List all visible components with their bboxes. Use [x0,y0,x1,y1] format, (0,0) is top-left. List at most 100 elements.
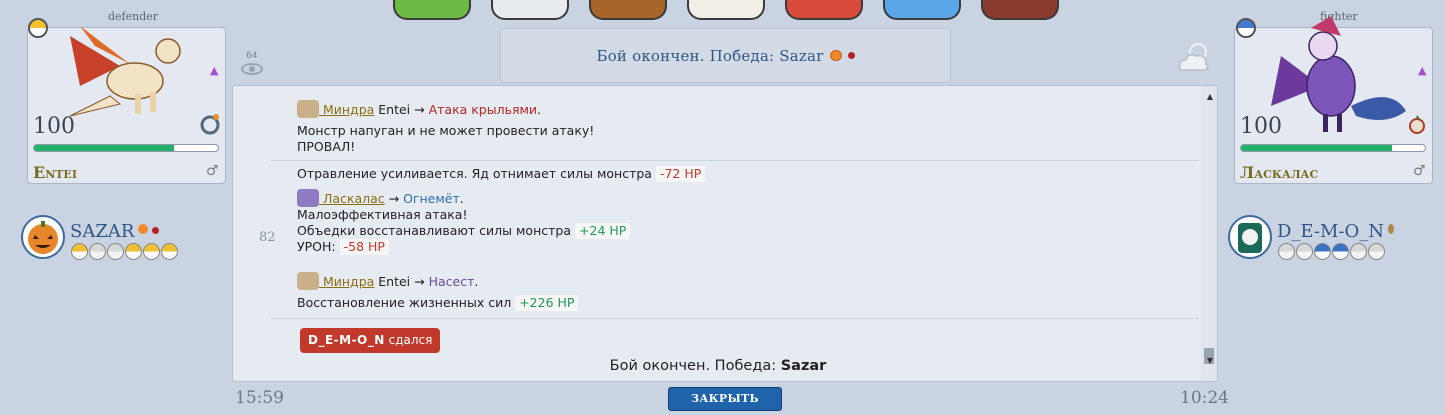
team-pokeball-icon [1350,243,1367,260]
pokeball-icon [1236,18,1256,38]
battle-result: Бой окончен. Победа: Sazar [233,358,1203,374]
cloudy-weather-icon [1178,43,1209,71]
turn-divider [271,318,1199,319]
attack-name: Огнемёт [403,191,460,206]
battle-result-text: Бой окончен. Победа: [609,358,781,374]
log-line: Объедки восстанавливают силы монстра +24 … [297,223,631,239]
trainer-pet-icon [297,100,319,118]
close-button[interactable]: ЗАКРЫТЬ [668,387,782,411]
feather-icon [1388,224,1395,234]
punctuation: . [459,191,464,206]
attack-name: Насест [428,274,475,289]
top-menu [393,0,1059,20]
attack-name: Атака крыльями [428,102,538,117]
viewers-count: 64 [246,51,258,61]
player-name-text[interactable]: SAZAR [70,221,134,242]
pumpkin-icon [829,50,842,61]
mail-icon[interactable] [687,0,765,20]
wallet-icon[interactable] [981,0,1059,20]
team-pokeball-icon [1368,243,1385,260]
globe-icon[interactable] [883,0,961,20]
pumpkin-icon [138,224,149,234]
scroll-down-icon[interactable]: ▼ [1207,356,1213,365]
trainer-pet-icon [297,272,319,290]
trainer-pet-icon [297,189,319,207]
log-line: Ласкалас → Огнемёт. [297,189,464,207]
entei-sprite [69,26,181,117]
pumpkin-avatar-icon [28,221,58,254]
log-line: Миндра Entei → Атака крыльями. [297,100,541,118]
hp-change-badge: -72 HP [655,166,706,182]
hp-change-badge: +24 HP [575,223,631,239]
online-dot-icon [152,227,160,234]
right-monster-hp-fill [1241,145,1392,151]
crest-avatar-icon [1238,223,1262,253]
team-pokeball-icon [1332,243,1349,260]
turn-number: 82 [259,230,276,245]
online-dot-icon [847,52,855,59]
log-line: Миндра Entei → Насест. [297,272,478,290]
item-leftovers-icon [200,114,220,135]
log-text: Объедки восстанавливают силы монстра [297,223,572,238]
log-text: Восстановление жизненных сил [297,295,512,310]
battle-status-header: Бой окончен. Победа: Sazar [500,28,951,83]
winner-name: Sazar [780,358,827,374]
badge-case-icon[interactable] [785,0,863,20]
avatar[interactable] [1228,215,1272,259]
log-line: Восстановление жизненных сил +226 HP [297,295,579,311]
team-pokeball-icon [1296,243,1313,260]
avatar[interactable] [21,215,65,259]
team-pokeball-icon [107,243,124,260]
team-pokeball-icon [1278,243,1295,260]
log-scrollbar[interactable]: ▲ ▼ [1201,86,1217,381]
turn-divider [271,160,1199,161]
log-text: Отравление усиливается. Яд отнимает силы… [297,166,652,181]
team-pokeball-icon [143,243,160,260]
item-apple-icon [1409,115,1425,134]
level-up-icon: ▲ [1418,64,1427,77]
left-player-name[interactable]: SAZAR [70,221,160,242]
punctuation: . [537,102,542,117]
left-monster-name: Entei [33,163,77,182]
surrender-player-name: D_E-M-O_N [308,333,385,347]
left-monster-level: 100 [33,114,75,139]
male-icon: ♂ [206,163,219,179]
eye-icon [241,63,263,75]
monster-name: Entei → [374,102,429,117]
surrender-text: сдался [384,333,433,347]
left-monster-hp-fill [34,145,174,151]
right-timer: 10:24 [1180,388,1229,408]
pokeball-icon [28,18,48,38]
log-line: Монстр напуган и не может провести атаку… [297,123,595,138]
log-line: Малоэффективная атака! [297,207,468,222]
battle-status-title: Бой окончен. Победа: Sazar [596,46,824,65]
left-monster-card[interactable]: ▲ 100 Entei ♂ [27,26,226,184]
trainer-link[interactable]: Ласкалас [319,191,385,206]
trainer-link[interactable]: Миндра [319,274,374,289]
trainer-link[interactable]: Миндра [319,102,374,117]
left-team-balls [71,243,178,260]
right-monster-hp-bar [1240,144,1426,152]
hp-change-badge: +226 HP [515,295,579,311]
level-up-icon: ▲ [210,64,219,77]
scroll-up-icon[interactable]: ▲ [1207,92,1213,101]
right-monster-name: Ласкалас [1240,163,1319,182]
right-monster-level: 100 [1240,114,1282,139]
team-pokeball-icon [1314,243,1331,260]
player-name-text[interactable]: D_E-M-O_N [1277,221,1384,242]
team-pokeball-icon [71,243,88,260]
log-line: Отравление усиливается. Яд отнимает силы… [297,166,706,182]
laskalas-sprite [1271,16,1406,132]
backpack-icon[interactable] [589,0,667,20]
log-text: УРОН: [297,239,336,254]
right-team-balls [1278,243,1385,260]
right-player-name[interactable]: D_E-M-O_N [1277,221,1395,242]
monster-name: Entei → [374,274,429,289]
team-pokeball-icon [161,243,178,260]
male-icon: ♂ [1413,163,1426,179]
cactus-icon[interactable] [393,0,471,20]
right-monster-card[interactable]: ▲ 100 Ласкалас ♂ [1234,16,1433,184]
battle-log[interactable]: Миндра Entei → Атака крыльями. Монстр на… [232,85,1218,382]
punctuation: . [474,274,479,289]
pokeball-icon[interactable] [491,0,569,20]
